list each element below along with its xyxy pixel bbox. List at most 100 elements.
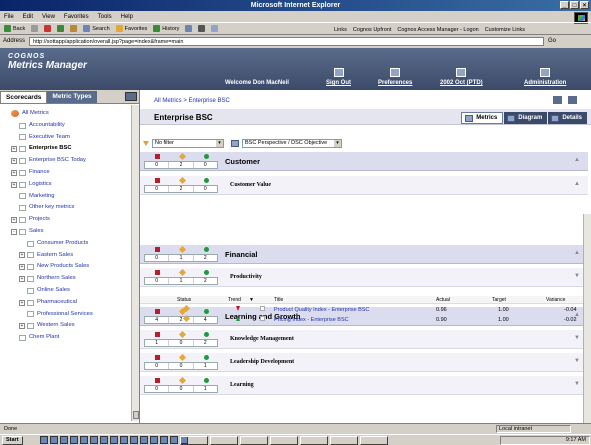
col-trend[interactable]: Trend [228,296,241,304]
tree-item[interactable]: + Eastern Sales [3,250,139,262]
tree-item[interactable]: + Logistics [3,179,139,191]
expand-node-icon[interactable]: + [11,158,17,165]
quick-launch-icon[interactable] [110,436,118,444]
quick-launch-icon[interactable] [50,436,58,444]
expand-section-icon[interactable]: ▼ [574,358,580,364]
expand-section-icon[interactable]: ▼ [574,381,580,387]
collapse-node-icon[interactable]: - [11,228,17,235]
menu-help[interactable]: Help [121,14,133,20]
search-button[interactable]: Search [83,25,110,32]
tree-item[interactable]: Consumer Products [3,238,139,250]
tree-item[interactable]: + Enterprise BSC [3,143,139,155]
maximize-icon[interactable]: □ [570,1,579,9]
minimize-icon[interactable]: _ [560,1,569,9]
go-button[interactable]: Go [548,38,556,44]
link-access-manager[interactable]: Cognos Access Manager - Logon [397,27,478,33]
quick-launch-icon[interactable] [140,436,148,444]
tree-item[interactable]: + Northern Sales [3,273,139,285]
mail-button[interactable] [185,25,193,32]
taskbar-window-button[interactable] [360,436,388,445]
objective-header[interactable]: 1 0 2 Knowledge Management ▼ [140,330,588,349]
perspective-header[interactable]: 0 1 2 Financial ▲ [140,245,588,264]
tree-item[interactable]: Chem Plant [3,332,139,344]
close-icon[interactable]: × [580,1,589,9]
tree-item[interactable]: + Enterprise BSC Today [3,155,139,167]
tab-details[interactable]: Details [548,112,587,124]
link-customize-links[interactable]: Customize Links [485,27,525,33]
quick-launch-icon[interactable] [60,436,68,444]
tree-item[interactable]: Executive Team [3,132,139,144]
tree-item[interactable]: + Finance [3,167,139,179]
taskbar-window-button[interactable] [210,436,238,445]
tree-item[interactable]: Marketing [3,191,139,203]
link-cognos-upfront[interactable]: Cognos Upfront [353,27,392,33]
objective-header[interactable]: 0 1 2 Productivity ▼ [140,268,588,287]
expand-node-icon[interactable]: + [19,299,25,306]
col-actual[interactable]: Actual [436,296,450,304]
expand-section-icon[interactable]: ▼ [574,335,580,341]
table-row[interactable]: Pricing Index - Enterprise BSC 0.90 1.00 -0… [140,314,588,325]
metric-title-link[interactable]: Pricing Index - Enterprise BSC [274,316,349,325]
print-page-icon[interactable] [568,96,577,104]
menu-view[interactable]: View [42,14,55,20]
tab-metric-types[interactable]: Metric Types [47,90,97,103]
expand-node-icon[interactable]: + [11,217,17,224]
metric-title-link[interactable]: Product Quality Index - Enterprise BSC [274,306,369,315]
col-status[interactable]: Status [177,296,191,304]
tab-diagram[interactable]: Diagram [504,112,548,124]
tab-metrics[interactable]: Metrics [461,112,504,124]
expand-node-icon[interactable]: + [19,252,25,259]
edit-button[interactable] [211,25,219,32]
row-select-checkbox[interactable] [260,306,265,311]
export-icon[interactable] [553,96,562,104]
quick-launch-icon[interactable] [170,436,178,444]
panel-scrollbar[interactable] [131,105,139,421]
col-title[interactable]: Title [274,296,283,304]
collapse-panel-icon[interactable] [125,92,137,101]
main-scrollbar[interactable] [583,214,591,423]
objective-header[interactable]: 0 0 1 Leadership Development ▼ [140,353,588,372]
quick-launch-icon[interactable] [160,436,168,444]
expand-node-icon[interactable]: + [11,181,17,188]
tree-item[interactable]: + Pharmaceutical [3,297,139,309]
expand-node-icon[interactable]: + [19,264,25,271]
quick-launch-icon[interactable] [40,436,48,444]
perspective-header[interactable]: 0 2 0 Customer ▲ [140,152,588,171]
col-target[interactable]: Target [492,296,506,304]
quick-launch-icon[interactable] [150,436,158,444]
administration-link[interactable]: Administration [524,68,566,86]
collapse-section-icon[interactable]: ▲ [574,250,580,256]
sign-out-link[interactable]: Sign Out [326,68,351,86]
quick-launch-icon[interactable] [70,436,78,444]
preferences-link[interactable]: Preferences [378,68,412,86]
menu-edit[interactable]: Edit [23,14,33,20]
quick-launch-icon[interactable] [80,436,88,444]
expand-node-icon[interactable]: + [11,146,17,153]
tree-item[interactable]: + Projects [3,214,139,226]
quick-launch-icon[interactable] [120,436,128,444]
expand-node-icon[interactable]: + [11,169,17,176]
perspective-select[interactable]: BSC Perspective / DSC Objective [242,139,342,148]
sort-filter-icon[interactable]: ▼ [249,296,254,304]
menu-tools[interactable]: Tools [98,14,112,20]
breadcrumb[interactable]: All Metrics > Enterprise BSC [154,98,230,104]
taskbar-window-button[interactable] [330,436,358,445]
quick-launch-icon[interactable] [100,436,108,444]
collapse-section-icon[interactable]: ▲ [574,157,580,163]
objective-header[interactable]: 0 0 1 Learning ▼ [140,376,588,395]
table-row[interactable]: Product Quality Index - Enterprise BSC 0.… [140,304,588,315]
tree-item[interactable]: Other key metrics [3,202,139,214]
tab-scorecards[interactable]: Scorecards [0,90,48,103]
tree-item[interactable]: Accountability [3,120,139,132]
quick-launch-icon[interactable] [130,436,138,444]
history-button[interactable]: History [153,25,179,32]
col-variance[interactable]: Variance [546,296,565,304]
menu-favorites[interactable]: Favorites [64,14,89,20]
period-link[interactable]: 2002 Oct (PTD) [440,68,483,86]
tree-item[interactable]: - Sales [3,226,139,238]
expand-section-icon[interactable]: ▼ [574,273,580,279]
row-select-checkbox[interactable] [260,316,265,321]
refresh-button[interactable] [57,25,65,32]
expand-node-icon[interactable]: + [19,323,25,330]
address-input[interactable]: http://sottapp/application/overall.jsp?p… [29,36,545,46]
